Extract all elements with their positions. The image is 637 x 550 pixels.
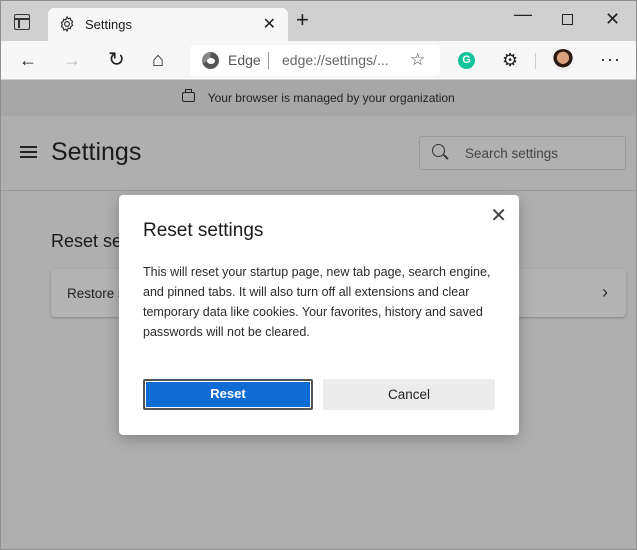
window-frame	[0, 0, 637, 550]
